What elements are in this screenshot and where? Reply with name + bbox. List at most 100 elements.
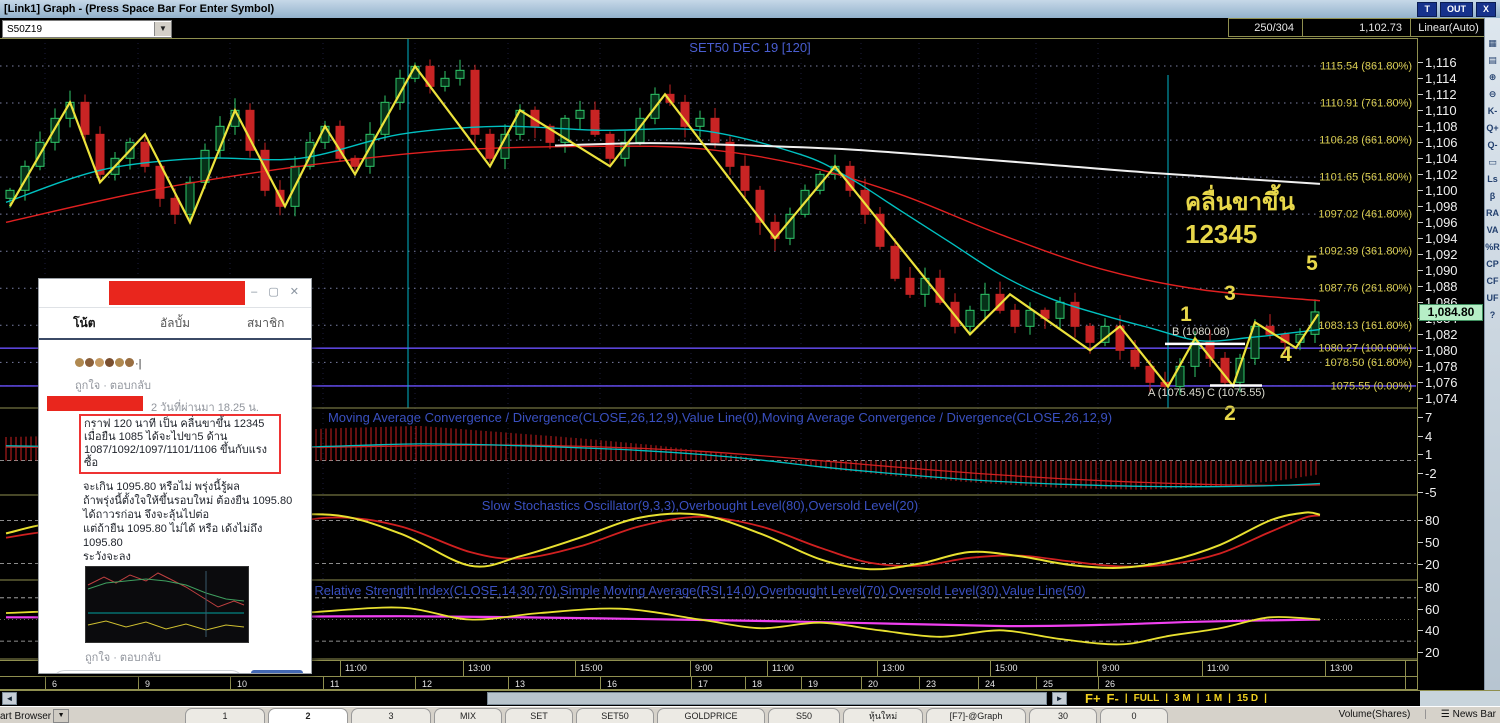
time-divider bbox=[1097, 661, 1098, 676]
indicator-tick-label: 40 bbox=[1425, 623, 1440, 639]
facebook-popup[interactable]: – ▢ ✕ โน้ต อัลบั้ม สมาชิก ·| ถูกใจ · ตอบกล… bbox=[38, 278, 312, 674]
font-increase-button[interactable]: F+ bbox=[1085, 691, 1101, 706]
zoom-in-icon[interactable]: Q+ bbox=[1486, 123, 1498, 133]
titlebar-button-t[interactable]: T bbox=[1417, 2, 1437, 17]
bottom-strip: art Browser ▼ 1 2 3 MIX SET SET50 GOLDPRICE S50… bbox=[0, 706, 1500, 723]
workspace-tab-SET[interactable]: SET bbox=[505, 708, 573, 723]
symbol-select[interactable]: S50Z19 ▼ bbox=[2, 20, 172, 38]
range-3m-button[interactable]: 3 M bbox=[1174, 693, 1191, 704]
svg-text:2: 2 bbox=[1224, 402, 1236, 425]
axis-tick bbox=[1418, 110, 1423, 111]
date-divider bbox=[919, 677, 920, 689]
cf-icon[interactable]: CF bbox=[1487, 276, 1499, 286]
axis-tick bbox=[1418, 435, 1423, 437]
workspace-tab-GOLDPRICE[interactable]: GOLDPRICE bbox=[657, 708, 765, 723]
workspace-tab-MIX[interactable]: MIX bbox=[434, 708, 502, 723]
scroll-right-button[interactable]: ► bbox=[1052, 692, 1067, 705]
price-tick-label: 1,100 bbox=[1425, 183, 1458, 198]
like-reply-link[interactable]: ถูกใจ · ตอบกลับ bbox=[75, 376, 151, 394]
time-divider bbox=[767, 661, 768, 676]
range-15d-button[interactable]: 15 D bbox=[1237, 693, 1258, 704]
axis-tick bbox=[1418, 222, 1423, 223]
workspace-tabs: 1 2 3 MIX SET SET50 GOLDPRICE S50 หุ้นใหม่ [F7]-@… bbox=[185, 708, 1171, 723]
workspace-tab-หุ้นใหม่[interactable]: หุ้นใหม่ bbox=[843, 708, 923, 723]
percent-r-icon[interactable]: %R bbox=[1485, 242, 1500, 252]
beta-icon[interactable]: β bbox=[1490, 191, 1496, 201]
scale-mode-cell[interactable]: Linear(Auto) bbox=[1410, 18, 1487, 37]
symbol-row: S50Z19 ▼ 250/304 1,102.73 Linear(Auto) bbox=[0, 18, 1500, 38]
comment-input[interactable]: 📷 ☺ แสดงความคิดเห็น bbox=[51, 670, 245, 673]
footer-item-0[interactable]: Volume(Shares) bbox=[1339, 709, 1411, 720]
date-divider bbox=[801, 677, 802, 689]
date-divider bbox=[600, 677, 601, 689]
chart-browser-dropdown[interactable]: art Browser ▼ bbox=[0, 709, 70, 723]
grid-icon[interactable]: ▦ bbox=[1488, 38, 1497, 48]
price-tick-label: 1,074 bbox=[1425, 391, 1458, 406]
price-tick-label: 1,110 bbox=[1425, 103, 1457, 118]
screen-icon[interactable]: ▭ bbox=[1488, 157, 1497, 167]
popup-tab[interactable]: โน้ต bbox=[39, 314, 130, 333]
send-message-button[interactable]: ข้อความ bbox=[251, 670, 303, 673]
workspace-tab-1[interactable]: 1 bbox=[185, 708, 265, 723]
chevron-down-icon[interactable]: ▼ bbox=[53, 709, 70, 723]
scroll-left-button[interactable]: ◄ bbox=[2, 692, 17, 705]
axis-tick bbox=[1418, 563, 1423, 565]
ra-icon[interactable]: RA bbox=[1486, 208, 1499, 218]
popup-window-controls[interactable]: – ▢ ✕ bbox=[251, 285, 303, 298]
popup-body: ·| ถูกใจ · ตอบกลับ 2 วันที่ผ่านมา 18.25 … bbox=[39, 340, 311, 673]
window-titlebar: [Link1] Graph - (Press Space Bar For Ent… bbox=[0, 0, 1500, 19]
date-label: 9 bbox=[145, 679, 151, 689]
popup-tab[interactable]: สมาชิก bbox=[220, 314, 311, 333]
zoom-out-icon[interactable]: Q- bbox=[1488, 140, 1498, 150]
price-tick-label: 1,112 bbox=[1425, 87, 1457, 102]
axis-tick bbox=[1418, 254, 1423, 255]
uf-icon[interactable]: UF bbox=[1487, 293, 1499, 303]
axis-tick bbox=[1418, 587, 1423, 588]
time-label: 11:00 bbox=[1207, 663, 1229, 673]
post-text-line: ได้ถาวรก่อน จึงจะลุ้นไปต่อ bbox=[83, 509, 210, 521]
time-divider bbox=[1325, 661, 1326, 676]
workspace-tab-0[interactable]: 0 bbox=[1100, 708, 1168, 723]
add-icon[interactable]: ⊕ bbox=[1489, 72, 1497, 82]
workspace-tab-SET50[interactable]: SET50 bbox=[576, 708, 654, 723]
indicator-tick-label: 7 bbox=[1425, 410, 1433, 426]
k-line-icon[interactable]: K- bbox=[1488, 106, 1498, 116]
range-full-button[interactable]: FULL bbox=[1134, 693, 1160, 704]
price-tick-label: 1,096 bbox=[1425, 215, 1458, 230]
axis-tick bbox=[1418, 491, 1423, 493]
ls-icon[interactable]: Ls bbox=[1487, 174, 1498, 184]
axis-tick bbox=[1418, 142, 1423, 143]
time-divider bbox=[1202, 661, 1203, 676]
remove-icon[interactable]: ⊖ bbox=[1489, 89, 1497, 99]
cp-icon[interactable]: CP bbox=[1486, 259, 1499, 269]
like-reply-link[interactable]: ถูกใจ · ตอบกลับ bbox=[85, 648, 161, 666]
workspace-tab-S50[interactable]: S50 bbox=[768, 708, 840, 723]
footer-item-1[interactable]: ☰ News Bar bbox=[1441, 709, 1496, 720]
axis-tick bbox=[1418, 126, 1423, 127]
scrollbar-thumb[interactable] bbox=[487, 692, 1047, 705]
chart-thumbnail[interactable] bbox=[85, 566, 249, 643]
axis-tick bbox=[1418, 78, 1423, 79]
popup-header[interactable]: – ▢ ✕ bbox=[39, 279, 311, 308]
font-decrease-button[interactable]: F- bbox=[1107, 691, 1119, 706]
chevron-down-icon[interactable]: ▼ bbox=[154, 22, 171, 36]
workspace-tab-2[interactable]: 2 bbox=[268, 708, 348, 723]
workspace-tab-3[interactable]: 3 bbox=[351, 708, 431, 723]
svg-text:C (1075.55): C (1075.55) bbox=[1207, 387, 1265, 399]
date-divider bbox=[323, 677, 324, 689]
price-tick-label: 1,078 bbox=[1425, 359, 1458, 374]
folder-icon[interactable]: ▤ bbox=[1488, 55, 1497, 65]
help-icon[interactable]: ? bbox=[1490, 310, 1496, 320]
workspace-tab-30[interactable]: 30 bbox=[1029, 708, 1097, 723]
date-divider bbox=[1098, 677, 1099, 689]
titlebar-button-out[interactable]: OUT bbox=[1439, 2, 1473, 17]
popup-tab[interactable]: อัลบั้ม bbox=[130, 314, 221, 333]
axis-tick bbox=[1418, 270, 1423, 271]
va-icon[interactable]: VA bbox=[1487, 225, 1499, 235]
axis-tick bbox=[1418, 286, 1423, 287]
axis-tick bbox=[1418, 520, 1423, 522]
range-1m-button[interactable]: 1 M bbox=[1205, 693, 1222, 704]
titlebar-button-x[interactable]: X bbox=[1475, 2, 1496, 17]
price-axis: 1,116 1,114 1,112 1,110 1,108 1,106 1,104 1,102… bbox=[1417, 38, 1484, 723]
workspace-tab-[F7]-@Graph[interactable]: [F7]-@Graph bbox=[926, 708, 1026, 723]
